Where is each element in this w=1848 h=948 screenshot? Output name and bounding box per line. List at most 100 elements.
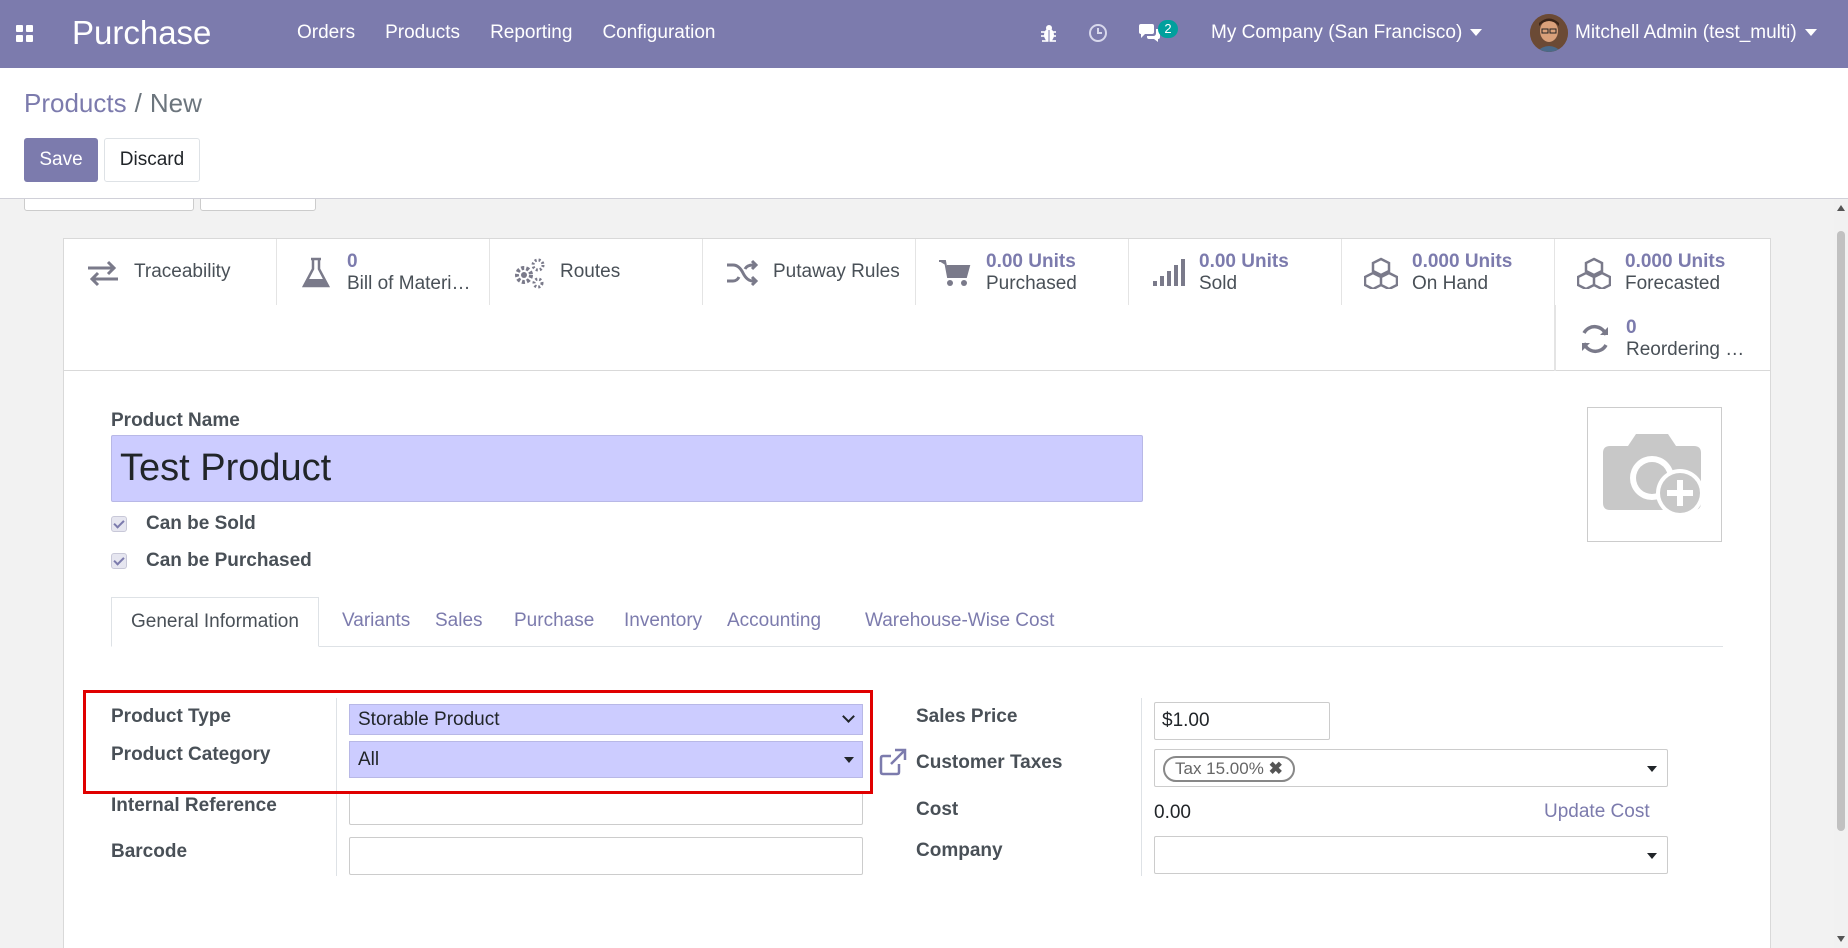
gears-icon xyxy=(515,258,545,289)
main-menu: Orders Products Reporting Configuration xyxy=(297,22,715,44)
smart-value: 0.00 Units xyxy=(986,251,1076,272)
cost-label: Cost xyxy=(916,799,959,820)
chevron-down-icon xyxy=(1804,29,1817,37)
refresh-icon xyxy=(1582,324,1608,354)
smart-label: Traceability xyxy=(134,261,231,282)
tax-tag-label: Tax 15.00% xyxy=(1175,759,1264,778)
smart-label: Putaway Rules xyxy=(773,261,900,282)
scrollbar[interactable] xyxy=(1834,199,1848,948)
tab-warehouse-wise-cost[interactable]: Warehouse-Wise Cost xyxy=(865,597,1054,647)
traceability-button[interactable]: Traceability xyxy=(64,239,277,305)
tab-general-information[interactable]: General Information xyxy=(111,597,319,647)
dropdown-arrow-icon xyxy=(1647,853,1657,859)
menu-orders[interactable]: Orders xyxy=(297,22,355,44)
update-cost-link[interactable]: Update Cost xyxy=(1544,801,1650,823)
smart-label: Routes xyxy=(560,261,621,282)
smart-label: Forecasted xyxy=(1625,273,1721,294)
smart-label: Purchased xyxy=(986,273,1077,294)
can-be-sold-label: Can be Sold xyxy=(146,513,256,534)
smart-buttons: Traceability 0 Bill of Materi… Routes Pu… xyxy=(64,239,1770,371)
tab-variants[interactable]: Variants xyxy=(342,597,410,647)
cost-value: 0.00 xyxy=(1154,802,1191,823)
cubes-icon xyxy=(1364,257,1398,289)
smart-label: On Hand xyxy=(1412,273,1489,294)
chevron-down-icon xyxy=(1470,29,1483,37)
apps-icon[interactable] xyxy=(16,25,33,42)
smart-label: Sold xyxy=(1199,273,1238,294)
product-image-upload[interactable] xyxy=(1587,407,1722,542)
sales-price-input[interactable]: $1.00 xyxy=(1154,702,1330,740)
company-label: Company xyxy=(916,840,1003,861)
forecasted-button[interactable]: 0.000 Units Forecasted xyxy=(1555,239,1770,305)
company-name: My Company (San Francisco) xyxy=(1211,22,1463,43)
product-name-input[interactable]: Test Product xyxy=(111,435,1143,502)
can-be-purchased-checkbox[interactable] xyxy=(111,553,127,569)
top-navbar: Purchase Orders Products Reporting Confi… xyxy=(0,0,1848,68)
smart-value: 0 xyxy=(1626,317,1637,338)
traceability-icon xyxy=(88,260,118,287)
menu-products[interactable]: Products xyxy=(385,22,460,44)
routes-button[interactable]: Routes xyxy=(490,239,703,305)
tab-inventory[interactable]: Inventory xyxy=(624,597,702,647)
company-select[interactable] xyxy=(1154,836,1668,874)
save-button[interactable]: Save xyxy=(24,138,98,182)
internal-reference-input[interactable] xyxy=(349,792,863,825)
external-link-icon[interactable] xyxy=(879,748,907,776)
tab-accounting[interactable]: Accounting xyxy=(727,597,821,647)
highlight-box xyxy=(83,690,873,794)
sales-price-label: Sales Price xyxy=(916,706,1018,727)
smart-label: Reordering … xyxy=(1626,339,1745,360)
tab-sales[interactable]: Sales xyxy=(435,597,483,647)
messages-badge: 2 xyxy=(1158,20,1178,38)
breadcrumb: Products / New xyxy=(24,88,202,119)
scroll-down-icon[interactable] xyxy=(1837,936,1845,942)
purchased-button[interactable]: 0.00 Units Purchased xyxy=(916,239,1129,305)
sold-button[interactable]: 0.00 Units Sold xyxy=(1129,239,1342,305)
cubes-icon xyxy=(1577,257,1611,289)
menu-configuration[interactable]: Configuration xyxy=(602,22,715,44)
bom-button[interactable]: 0 Bill of Materi… xyxy=(277,239,490,305)
discard-button[interactable]: Discard xyxy=(104,138,200,182)
breadcrumb-products[interactable]: Products xyxy=(24,88,127,118)
smart-label: Bill of Materi… xyxy=(347,273,471,294)
app-title[interactable]: Purchase xyxy=(72,14,211,52)
on-hand-button[interactable]: 0.000 Units On Hand xyxy=(1342,239,1555,305)
form-tabs: General Information Variants Sales Purch… xyxy=(111,597,1723,647)
shuffle-icon xyxy=(727,259,759,287)
breadcrumb-separator: / xyxy=(134,88,142,118)
reordering-button[interactable]: 0 Reordering … xyxy=(1555,305,1770,371)
tab-purchase[interactable]: Purchase xyxy=(514,597,594,647)
can-be-purchased-label: Can be Purchased xyxy=(146,550,312,571)
clock-icon[interactable] xyxy=(1088,23,1108,43)
cart-icon xyxy=(939,260,971,286)
signal-icon xyxy=(1153,259,1185,286)
dropdown-arrow-icon xyxy=(1647,766,1657,772)
smart-value: 0 xyxy=(347,251,358,272)
bug-icon[interactable] xyxy=(1040,23,1058,43)
form-sheet: Traceability 0 Bill of Materi… Routes Pu… xyxy=(63,238,1771,948)
breadcrumb-current: New xyxy=(149,88,202,118)
flask-icon xyxy=(301,257,331,288)
user-menu[interactable]: Mitchell Admin (test_multi) xyxy=(1575,22,1817,44)
user-name: Mitchell Admin (test_multi) xyxy=(1575,22,1797,43)
company-switcher[interactable]: My Company (San Francisco) xyxy=(1211,22,1483,44)
smart-value: 0.00 Units xyxy=(1199,251,1289,272)
form-content: Traceability 0 Bill of Materi… Routes Pu… xyxy=(0,199,1834,948)
smart-value: 0.000 Units xyxy=(1625,251,1726,272)
menu-reporting[interactable]: Reporting xyxy=(490,22,572,44)
camera-icon xyxy=(1603,434,1704,517)
barcode-input[interactable] xyxy=(349,837,863,875)
avatar[interactable] xyxy=(1530,14,1568,52)
remove-tag-icon[interactable]: ✖ xyxy=(1269,759,1283,778)
customer-taxes-label: Customer Taxes xyxy=(916,752,1063,773)
internal-reference-label: Internal Reference xyxy=(111,795,277,816)
field-divider xyxy=(1141,698,1142,876)
putaway-rules-button[interactable]: Putaway Rules xyxy=(703,239,916,305)
scroll-thumb[interactable] xyxy=(1837,231,1845,831)
tax-tag: Tax 15.00% ✖ xyxy=(1163,756,1295,782)
scroll-up-icon[interactable] xyxy=(1837,205,1845,211)
barcode-label: Barcode xyxy=(111,841,188,862)
customer-taxes-input[interactable]: Tax 15.00% ✖ xyxy=(1154,749,1668,787)
can-be-sold-checkbox[interactable] xyxy=(111,516,127,532)
product-name-label: Product Name xyxy=(111,410,240,431)
